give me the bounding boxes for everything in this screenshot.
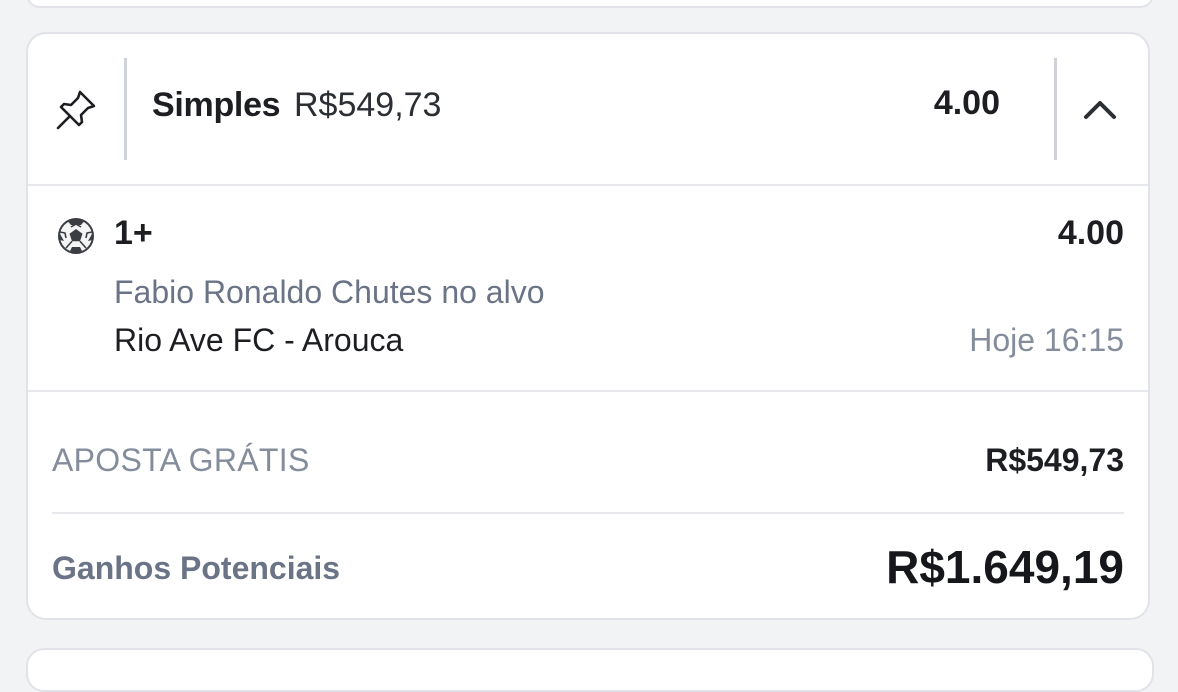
soccer-ball-icon [56,216,96,256]
bet-slip-header[interactable]: Simples R$549,73 4.00 [28,34,1148,186]
header-divider-right [1054,58,1057,160]
selection-odds: 4.00 [1057,214,1124,252]
selection-row: 1+ 4.00 Fabio Ronaldo Chutes no alvo Rio… [28,186,1148,392]
event-name: Rio Ave FC - Arouca [114,322,404,358]
event-time: Hoje 16:15 [969,322,1124,358]
selection-name: 1+ [114,214,153,252]
potential-winnings-amount: R$1.649,19 [886,541,1124,593]
bet-type-label: Simples [152,86,281,124]
bet-slip-card: Simples R$549,73 4.00 1+ 4.00 Fabio Rona… [26,32,1150,620]
header-stake-amount: R$549,73 [294,86,442,124]
pin-icon[interactable] [52,86,100,134]
market-name: Fabio Ronaldo Chutes no alvo [114,274,545,310]
chevron-up-icon[interactable] [1080,90,1120,130]
header-divider-left [124,58,127,160]
stake-row: APOSTA GRÁTIS R$549,73 [52,392,1124,514]
free-bet-label: APOSTA GRÁTIS [52,442,310,478]
free-bet-amount: R$549,73 [985,442,1124,478]
previous-card [26,0,1154,8]
total-odds: 4.00 [933,84,1000,122]
next-card [26,648,1154,692]
potential-winnings-row: Ganhos Potenciais R$1.649,19 [52,514,1124,618]
potential-winnings-label: Ganhos Potenciais [52,550,341,586]
